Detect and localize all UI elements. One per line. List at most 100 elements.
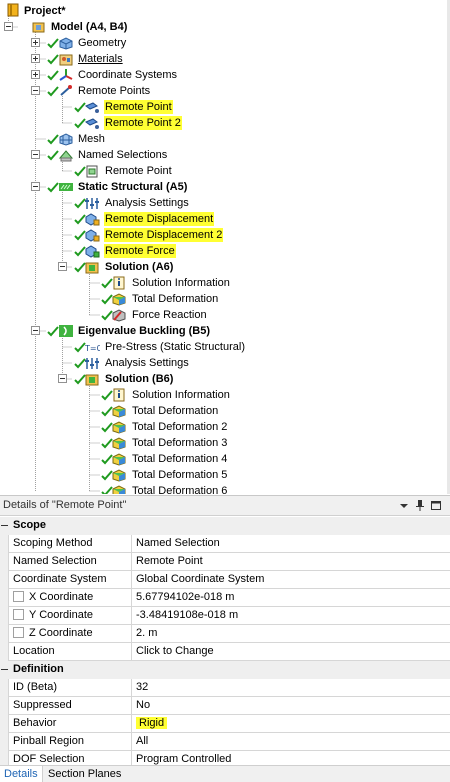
force-reaction-icon	[112, 309, 126, 322]
collapse-toggle-icon[interactable]	[58, 262, 67, 271]
remote-displacement-icon	[85, 213, 100, 226]
tree-item-label: Total Deformation	[132, 405, 219, 417]
tree-item-mesh[interactable]: Mesh	[0, 131, 450, 147]
tab-details[interactable]: Details	[0, 766, 43, 782]
tree-item-label: Remote Point	[105, 165, 172, 177]
tree-item-solution-information[interactable]: Solution Information	[0, 275, 450, 291]
dropdown-arrow-icon[interactable]	[398, 499, 410, 512]
collapse-toggle-icon[interactable]	[31, 150, 40, 159]
remote-points-icon	[60, 85, 72, 96]
parameter-checkbox[interactable]	[13, 591, 24, 602]
tree-item-total-deformation-4[interactable]: Total Deformation 4	[0, 451, 450, 467]
tree-item-label: Eigenvalue Buckling (B5)	[78, 325, 211, 337]
tree-item-model[interactable]: Model (A4, B4)	[0, 19, 450, 35]
collapse-toggle-icon[interactable]	[4, 22, 13, 31]
property-row-named-selection[interactable]: Named Selection Remote Point	[9, 553, 450, 571]
property-row-z-coordinate[interactable]: Z Coordinate 2. m	[9, 625, 450, 643]
solution-icon	[85, 262, 99, 274]
collapse-toggle-icon[interactable]	[31, 326, 40, 335]
tree-item-total-deformation-6[interactable]: Total Deformation 6	[0, 483, 450, 494]
group-title: Definition	[13, 663, 64, 675]
property-value[interactable]: -3.48419108e-018 m	[132, 607, 450, 624]
eigenvalue-buckling-icon	[59, 325, 73, 337]
tree-item-remote-displacement[interactable]: Remote Displacement	[0, 211, 450, 227]
property-value[interactable]: No	[132, 697, 450, 714]
tree-item-eigenvalue-buckling[interactable]: Eigenvalue Buckling (B5)	[0, 323, 450, 339]
property-value[interactable]: 5.67794102e-018 m	[132, 589, 450, 606]
property-row-coordinate-system[interactable]: Coordinate System Global Coordinate Syst…	[9, 571, 450, 589]
tree-item-materials[interactable]: Materials	[0, 51, 450, 67]
tree-item-remote-point-2[interactable]: Remote Point 2	[0, 115, 450, 131]
property-row-scoping-method[interactable]: Scoping Method Named Selection	[9, 535, 450, 553]
tree-item-total-deformation-2[interactable]: Total Deformation 2	[0, 419, 450, 435]
tree-item-static-structural[interactable]: Static Structural (A5)	[0, 179, 450, 195]
tree-item-remote-displacement-2[interactable]: Remote Displacement 2	[0, 227, 450, 243]
tree-item-solution-a6[interactable]: Solution (A6)	[0, 259, 450, 275]
pin-icon[interactable]	[414, 499, 426, 512]
tree-item-total-deformation-3[interactable]: Total Deformation 3	[0, 435, 450, 451]
tree-item-coordinate-systems[interactable]: Coordinate Systems	[0, 67, 450, 83]
group-header-scope[interactable]: Scope	[0, 517, 450, 535]
static-structural-icon	[59, 183, 73, 191]
tree-item-total-deformation[interactable]: Total Deformation	[0, 291, 450, 307]
details-grid-margin	[0, 517, 9, 766]
maximize-icon[interactable]	[430, 499, 442, 512]
tree-item-label: Geometry	[78, 37, 127, 49]
property-row-behavior[interactable]: Behavior Rigid	[9, 715, 450, 733]
tree-item-project[interactable]: Project*	[0, 3, 450, 19]
property-row-x-coordinate[interactable]: X Coordinate 5.67794102e-018 m	[9, 589, 450, 607]
tree-item-analysis-settings-b[interactable]: Analysis Settings	[0, 355, 450, 371]
collapse-toggle-icon[interactable]	[31, 182, 40, 191]
tree-item-pre-stress[interactable]: T=0 Pre-Stress (Static Structural)	[0, 339, 450, 355]
tree-item-total-deformation-5[interactable]: Total Deformation 5	[0, 467, 450, 483]
parameter-checkbox[interactable]	[13, 627, 24, 638]
expand-toggle-icon[interactable]	[31, 38, 40, 47]
tree-item-solution-information-b[interactable]: Solution Information	[0, 387, 450, 403]
collapse-toggle-icon[interactable]	[31, 86, 40, 95]
collapse-minus-icon[interactable]	[1, 522, 8, 529]
group-header-definition[interactable]: Definition	[0, 661, 450, 679]
coordinate-systems-icon	[59, 69, 73, 81]
expand-toggle-icon[interactable]	[31, 54, 40, 63]
details-title: Details of "Remote Point"	[3, 499, 127, 511]
property-value[interactable]: 2. m	[132, 625, 450, 642]
collapse-minus-icon[interactable]	[1, 666, 8, 673]
property-row-y-coordinate[interactable]: Y Coordinate -3.48419108e-018 m	[9, 607, 450, 625]
property-row-id[interactable]: ID (Beta) 32	[9, 679, 450, 697]
property-value[interactable]: Click to Change	[132, 643, 450, 660]
property-value[interactable]: Global Coordinate System	[132, 571, 450, 588]
tree-item-solution-b6[interactable]: Solution (B6)	[0, 371, 450, 387]
panel-tabs: Details Section Planes	[0, 765, 450, 782]
tree-item-geometry[interactable]: Geometry	[0, 35, 450, 51]
tree-item-remote-point[interactable]: Remote Point	[0, 99, 450, 115]
total-deformation-icon	[112, 405, 126, 418]
property-row-location[interactable]: Location Click to Change	[9, 643, 450, 661]
property-value[interactable]: 32	[132, 679, 450, 696]
tab-section-planes[interactable]: Section Planes	[44, 766, 125, 782]
total-deformation-icon	[112, 485, 126, 494]
property-value-cell[interactable]: Rigid	[132, 715, 450, 732]
property-row-pinball-region[interactable]: Pinball Region All	[9, 733, 450, 751]
parameter-checkbox[interactable]	[13, 609, 24, 620]
tree-item-label: Solution Information	[132, 389, 230, 401]
tree-item-label: Solution Information	[132, 277, 230, 289]
tree-item-named-selections[interactable]: Named Selections	[0, 147, 450, 163]
property-row-suppressed[interactable]: Suppressed No	[9, 697, 450, 715]
geometry-icon	[59, 37, 73, 50]
tree-item-remote-force[interactable]: Remote Force	[0, 243, 450, 259]
tree-item-named-selection-remote-point[interactable]: Remote Point	[0, 163, 450, 179]
property-value[interactable]: Named Selection	[132, 535, 450, 552]
tree-item-force-reaction[interactable]: Force Reaction	[0, 307, 450, 323]
property-value[interactable]: Remote Point	[132, 553, 450, 570]
property-row-dof-selection[interactable]: DOF Selection Program Controlled	[9, 751, 450, 766]
property-value[interactable]: All	[132, 733, 450, 750]
expand-toggle-icon[interactable]	[31, 70, 40, 79]
materials-icon	[59, 54, 73, 66]
tree-item-total-deformation-b[interactable]: Total Deformation	[0, 403, 450, 419]
tree-item-analysis-settings[interactable]: Analysis Settings	[0, 195, 450, 211]
collapse-toggle-icon[interactable]	[58, 374, 67, 383]
tree-item-remote-points[interactable]: Remote Points	[0, 83, 450, 99]
property-value[interactable]: Program Controlled	[132, 751, 450, 766]
remote-point-icon	[85, 118, 99, 129]
property-key: Coordinate System	[9, 571, 132, 588]
